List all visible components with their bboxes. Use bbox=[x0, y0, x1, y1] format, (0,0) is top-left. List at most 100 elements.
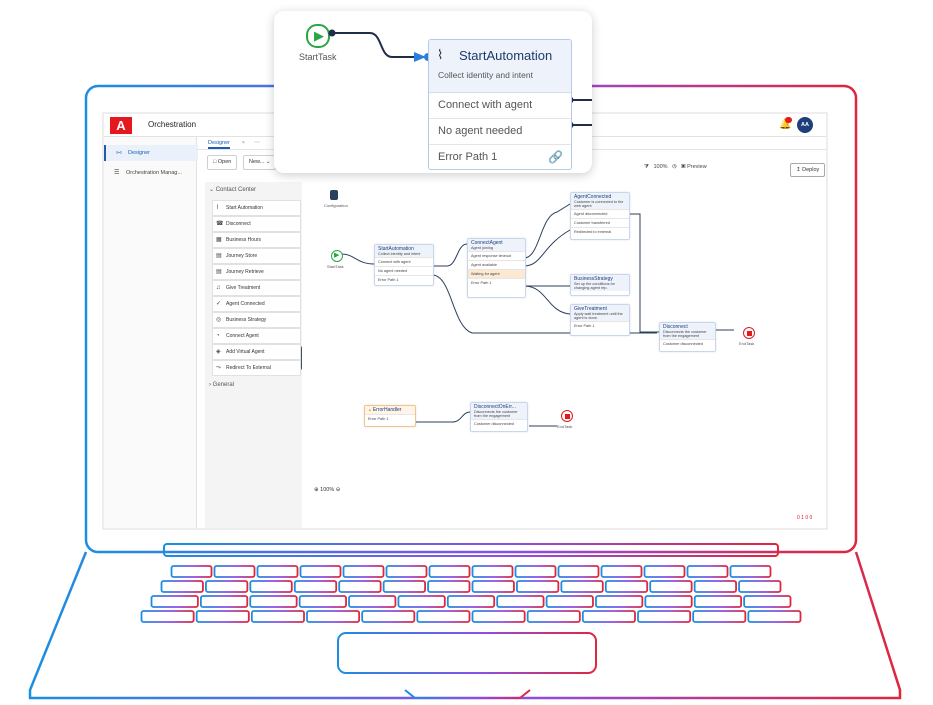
keyboard-key bbox=[516, 580, 560, 593]
node-output-no-agent-needed[interactable]: No agent needed bbox=[429, 119, 571, 145]
keyboard-key bbox=[557, 565, 600, 578]
flow-canvas[interactable]: Configuration ▶ StartTask StartAutomatio… bbox=[302, 182, 826, 528]
link-icon[interactable]: 🔗 bbox=[548, 145, 563, 169]
zoom-out-icon[interactable]: ⊖ bbox=[336, 487, 341, 493]
flow-connectors bbox=[341, 203, 734, 427]
section-label: General bbox=[212, 382, 235, 388]
end-task-node[interactable] bbox=[743, 327, 755, 339]
node-subtitle: Collect identity and intent bbox=[378, 252, 421, 256]
palette-item-journey-store[interactable]: ▤ Journey Store bbox=[212, 248, 301, 264]
node-subtitle: Set up the conditions for changing agent… bbox=[574, 282, 615, 290]
palette-item-journey-retrieve[interactable]: ▤ Journey Retrieve bbox=[212, 264, 301, 280]
keyboard-key bbox=[427, 580, 471, 593]
new-button[interactable]: New... ⌄ bbox=[243, 155, 277, 170]
give-treatment-node[interactable]: GiveTreatment Apply wait treatment until … bbox=[570, 304, 630, 336]
start-task-node[interactable]: ▶ bbox=[306, 24, 330, 48]
keyboard-key bbox=[256, 565, 299, 578]
keyboard-key bbox=[595, 595, 644, 608]
connect-agent-node[interactable]: ConnectAgent Agent joining Agent response… bbox=[467, 238, 526, 298]
canvas-tools: ⧩ 100% ◷ ▣ Preview bbox=[644, 164, 707, 171]
agent-connected-node[interactable]: AgentConnected Customer is connected to t… bbox=[570, 192, 630, 240]
keyboard-key bbox=[213, 565, 256, 578]
end-task-node[interactable] bbox=[561, 410, 573, 422]
business-strategy-node[interactable]: BusinessStrategy Set up the conditions fo… bbox=[570, 274, 630, 296]
node-subtitle: Disconnects the customer from the engage… bbox=[663, 330, 707, 338]
automation-icon: ⌇ bbox=[216, 205, 219, 211]
keyboard-key bbox=[250, 610, 305, 623]
node-output[interactable]: Error Path 1 bbox=[468, 278, 525, 287]
palette-item-agent-connected[interactable]: ✓ Agent Connected bbox=[212, 296, 301, 312]
keyboard-key bbox=[643, 565, 686, 578]
palette-section-general[interactable]: › General bbox=[209, 382, 234, 388]
node-output[interactable]: Error Path 1 bbox=[375, 275, 433, 284]
new-label: New... bbox=[249, 159, 265, 165]
tab-close-icon[interactable]: × bbox=[242, 140, 245, 146]
start-automation-node-zoomed[interactable]: ⌇ StartAutomation Collect identity and i… bbox=[428, 39, 572, 170]
palette-item-label: Connect Agent bbox=[226, 333, 259, 339]
keyboard-key bbox=[560, 580, 604, 593]
node-output[interactable]: Agent disconnected bbox=[571, 209, 629, 218]
clock-icon[interactable]: ◷ bbox=[672, 164, 676, 170]
brand-logo: A bbox=[110, 117, 132, 134]
tab-designer[interactable]: Designer bbox=[208, 140, 231, 149]
palette-item-label: Journey Store bbox=[226, 253, 258, 259]
section-label: Contact Center bbox=[215, 187, 257, 193]
sidenav-item-orchestration-manager[interactable]: ☰ Orchestration Manag... bbox=[104, 165, 196, 181]
node-output[interactable]: Customer disconnected bbox=[471, 419, 527, 428]
preview-button[interactable]: Preview bbox=[687, 164, 707, 170]
palette-item-business-strategy[interactable]: ◎ Business Strategy bbox=[212, 312, 301, 328]
node-output[interactable]: Customer disconnected bbox=[660, 339, 715, 348]
node-output-connect-with-agent[interactable]: Connect with agent bbox=[429, 93, 571, 119]
node-output[interactable]: Agent response timeout bbox=[468, 251, 525, 260]
palette-item-add-virtual-agent[interactable]: ◈ Add Virtual Agent bbox=[212, 344, 301, 360]
preview-icon: ▣ bbox=[681, 164, 686, 170]
node-output[interactable]: Waiting for agent bbox=[468, 269, 525, 278]
end-task-label: EndTask bbox=[739, 341, 755, 346]
palette-item-connect-agent[interactable]: ◔ Connect Agent bbox=[212, 328, 301, 344]
palette-item-disconnect[interactable]: ☎ Disconnect bbox=[212, 216, 301, 232]
designer-icon: ⧟ bbox=[116, 150, 123, 156]
zoom-in-icon[interactable]: ⊕ bbox=[314, 487, 319, 493]
node-output-error-path[interactable]: Error Path 1 🔗 bbox=[429, 145, 571, 169]
palette-section-contact-center[interactable]: ⌄ Contact Center bbox=[209, 186, 256, 193]
sidenav-item-designer[interactable]: ⧟ Designer bbox=[104, 145, 198, 161]
keyboard-key bbox=[195, 610, 250, 623]
database-icon[interactable] bbox=[330, 190, 338, 200]
keyboard-key bbox=[298, 595, 347, 608]
arrow-head bbox=[414, 52, 426, 62]
keyboard-key bbox=[382, 580, 426, 593]
palette-item-give-treatment[interactable]: ♫ Give Treatment bbox=[212, 280, 301, 296]
node-title: StartAutomation bbox=[459, 48, 553, 63]
node-output[interactable]: Error Path 1 bbox=[365, 414, 415, 423]
disconnect-node[interactable]: Disconnect Disconnects the customer from … bbox=[659, 322, 716, 352]
node-output[interactable]: No agent needed bbox=[375, 266, 433, 275]
start-task-node[interactable]: ▶ bbox=[331, 250, 343, 262]
disconnect-on-error-node[interactable]: DisconnectOnErr... Disconnects the custom… bbox=[470, 402, 528, 432]
error-handler-node[interactable]: ▲ ErrorHandler Error Path 1 bbox=[364, 405, 416, 427]
more-tabs-icon[interactable]: ⋯ bbox=[254, 139, 260, 146]
keyboard-key bbox=[385, 565, 428, 578]
palette-item-business-hours[interactable]: ▦ Business Hours bbox=[212, 232, 301, 248]
status-indicator[interactable]: 0 1 0 0 bbox=[797, 515, 812, 521]
warning-icon: ▲ bbox=[368, 408, 372, 412]
node-output[interactable]: Connect with agent bbox=[375, 257, 433, 266]
keyboard-key bbox=[348, 595, 397, 608]
node-output[interactable]: Customer transferred bbox=[571, 218, 629, 227]
deploy-button[interactable]: ↥ Deploy bbox=[790, 163, 826, 177]
palette-item-redirect-to-external[interactable]: ⤳ Redirect To External bbox=[212, 360, 301, 376]
node-output[interactable]: Agent available bbox=[468, 260, 525, 269]
node-output[interactable]: Error Path 1 bbox=[571, 321, 629, 330]
palette-item-label: Redirect To External bbox=[226, 365, 271, 371]
palette-item-label: Start Automation bbox=[226, 205, 263, 211]
open-button[interactable]: □ Open bbox=[207, 155, 238, 170]
keyboard-key bbox=[729, 565, 772, 578]
keyboard-key bbox=[581, 610, 636, 623]
start-automation-node[interactable]: StartAutomation Collect identity and inte… bbox=[374, 244, 434, 286]
user-avatar[interactable]: AA bbox=[797, 117, 813, 133]
node-output[interactable]: Redirected to external bbox=[571, 227, 629, 236]
palette-item-start-automation[interactable]: ⌇ Start Automation bbox=[212, 200, 301, 216]
keyboard-key bbox=[170, 565, 213, 578]
filter-icon[interactable]: ⧩ bbox=[644, 164, 649, 170]
keyboard-key bbox=[205, 580, 249, 593]
zoom-select[interactable]: 100% bbox=[654, 164, 668, 170]
